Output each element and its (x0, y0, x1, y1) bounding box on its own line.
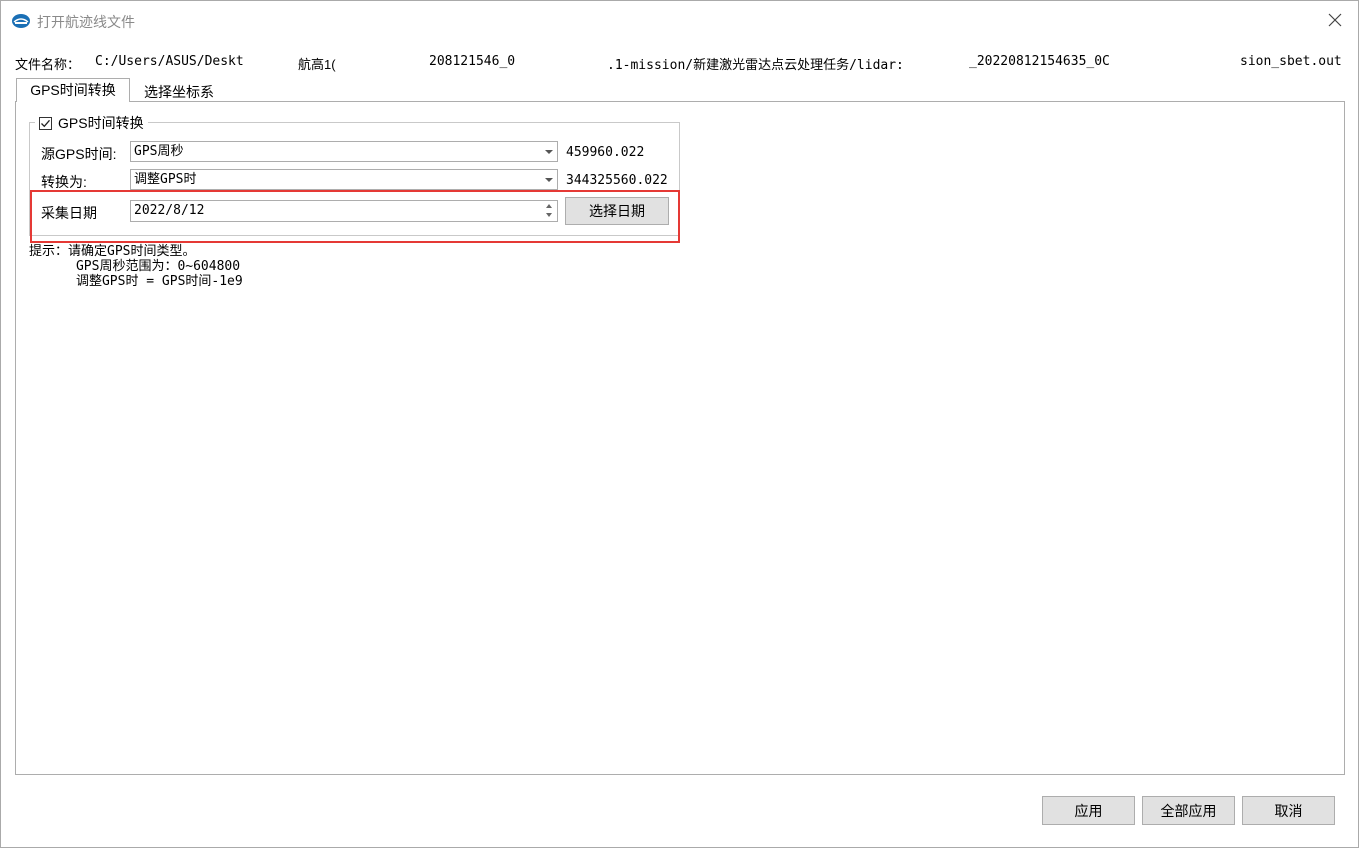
convert-to-result: 344325560.022 (566, 173, 668, 188)
cancel-button[interactable]: 取消 (1242, 796, 1335, 825)
file-name-label: 文件名称： (15, 57, 81, 72)
gps-time-checkbox[interactable] (39, 116, 52, 130)
file-name-row: 文件名称： C:/Users/ASUS/Deskt 航高1( 208121546… (15, 54, 1347, 72)
chevron-down-icon (545, 150, 553, 154)
window-title: 打开航迹线文件 (37, 14, 135, 30)
convert-to-select[interactable]: 调整GPS时 (130, 169, 558, 190)
source-gps-time-value: GPS周秒 (134, 144, 184, 159)
tab-gps-time[interactable]: GPS时间转换 (16, 78, 130, 102)
gps-time-group-title: GPS时间转换 (58, 115, 144, 131)
close-button[interactable] (1312, 1, 1358, 39)
apply-button[interactable]: 应用 (1042, 796, 1135, 825)
gps-time-group-header: GPS时间转换 (35, 113, 148, 133)
chevron-down-icon (545, 178, 553, 182)
file-path-segment: 航高1( (298, 57, 336, 72)
hint-text: 提示：请确定GPS时间类型。 GPS周秒范围为：0~604800 调整GPS时 … (29, 244, 243, 289)
file-path-segment: 208121546_0 (429, 54, 516, 69)
title-bar[interactable]: 打开航迹线文件 (1, 1, 1358, 41)
close-icon (1328, 13, 1342, 27)
collection-date-label: 采集日期 (41, 205, 97, 221)
hint-line-2: GPS周秒范围为：0~604800 (29, 259, 241, 274)
file-path-segment: sion_sbet.out (1240, 54, 1342, 69)
date-spinner-buttons[interactable] (546, 204, 554, 218)
dialog-window: 打开航迹线文件 文件名称： C:/Users/ASUS/Deskt 航高1( 2… (0, 0, 1359, 848)
file-path-segment: .1-mission/新建激光雷达点云处理任务/lidar: (607, 58, 904, 72)
collection-date-input[interactable]: 2022/8/12 (130, 200, 558, 222)
tab-coordinate-system[interactable]: 选择坐标系 (134, 81, 244, 103)
source-gps-time-select[interactable]: GPS周秒 (130, 141, 558, 162)
spin-down-icon[interactable] (546, 213, 552, 217)
collection-date-value: 2022/8/12 (134, 203, 205, 218)
source-gps-time-label: 源GPS时间: (41, 146, 117, 162)
select-date-button[interactable]: 选择日期 (565, 197, 669, 225)
app-logo-icon (12, 14, 30, 28)
spin-up-icon[interactable] (546, 204, 552, 208)
convert-to-value: 调整GPS时 (134, 172, 197, 187)
file-path-segment: C:/Users/ASUS/Deskt (95, 54, 244, 69)
file-path-segment: _20220812154635_0C (969, 54, 1110, 69)
checkmark-icon (41, 119, 50, 127)
source-gps-time-result: 459960.022 (566, 145, 645, 160)
convert-to-label: 转换为: (41, 174, 87, 190)
hint-line-3: 调整GPS时 = GPS时间-1e9 (29, 274, 243, 289)
hint-line-1: 提示：请确定GPS时间类型。 (29, 244, 196, 259)
apply-all-button[interactable]: 全部应用 (1142, 796, 1235, 825)
